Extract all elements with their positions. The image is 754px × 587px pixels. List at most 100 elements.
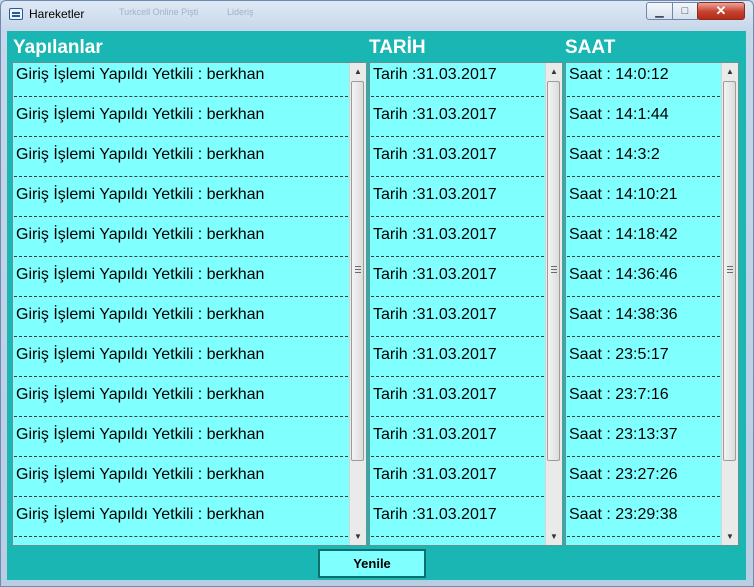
date-list-item[interactable]: Tarih :31.03.2017 bbox=[370, 463, 545, 503]
time-list-item[interactable]: Saat : 14:1:44 bbox=[566, 103, 721, 143]
time-list-item[interactable]: Saat : 23:7:16 bbox=[566, 383, 721, 423]
grip-icon bbox=[355, 266, 361, 273]
time-list-item[interactable]: Saat : 14:36:46 bbox=[566, 263, 721, 303]
item-separator bbox=[371, 216, 544, 217]
grip-icon bbox=[727, 266, 733, 273]
action-list-item[interactable]: Giriş İşlemi Yapıldı Yetkili : berkhan bbox=[13, 143, 349, 183]
item-separator bbox=[14, 176, 348, 177]
refresh-button[interactable]: Yenile bbox=[318, 549, 426, 578]
time-list-item[interactable]: Saat : 14:38:36 bbox=[566, 303, 721, 343]
action-list-item[interactable]: Giriş İşlemi Yapıldı Yetkili : berkhan bbox=[13, 223, 349, 263]
date-list-item[interactable]: Tarih :31.03.2017 bbox=[370, 303, 545, 343]
date-scrollbar[interactable]: ▲ ▼ bbox=[545, 63, 562, 545]
item-separator bbox=[567, 336, 720, 337]
time-item-text: Saat : 14:10:21 bbox=[569, 186, 678, 203]
date-item-text: Tarih :31.03.2017 bbox=[373, 226, 497, 243]
time-scrollbar[interactable]: ▲ ▼ bbox=[721, 63, 738, 545]
date-item-text: Tarih :31.03.2017 bbox=[373, 266, 497, 283]
date-list-item[interactable]: Tarih :31.03.2017 bbox=[370, 343, 545, 383]
date-list-item[interactable]: Tarih :31.03.2017 bbox=[370, 263, 545, 303]
scroll-down-arrow-icon[interactable]: ▼ bbox=[546, 528, 562, 545]
action-item-text: Giriş İşlemi Yapıldı Yetkili : berkhan bbox=[16, 266, 265, 283]
maximize-button[interactable]: □ bbox=[672, 2, 698, 20]
scroll-up-arrow-icon[interactable]: ▲ bbox=[350, 63, 366, 80]
minimize-icon: ▁ bbox=[655, 5, 664, 18]
action-item-text: Giriş İşlemi Yapıldı Yetkili : berkhan bbox=[16, 106, 265, 123]
action-list-item[interactable]: Giriş İşlemi Yapıldı Yetkili : berkhan bbox=[13, 463, 349, 503]
actions-scrollbar[interactable]: ▲ ▼ bbox=[349, 63, 366, 545]
action-list-item[interactable]: Giriş İşlemi Yapıldı Yetkili : berkhan bbox=[13, 343, 349, 383]
date-list-item[interactable]: Tarih :31.03.2017 bbox=[370, 63, 545, 103]
action-list-item[interactable]: Giriş İşlemi Yapıldı Yetkili : berkhan bbox=[13, 63, 349, 103]
time-list-item[interactable]: Saat : 14:0:12 bbox=[566, 63, 721, 103]
time-list-item[interactable]: Saat : 23:13:37 bbox=[566, 423, 721, 463]
action-list-item[interactable]: Giriş İşlemi Yapıldı Yetkili : berkhan bbox=[13, 103, 349, 143]
actions-listbox[interactable]: Giriş İşlemi Yapıldı Yetkili : berkhan Gi… bbox=[12, 62, 367, 546]
action-item-text: Giriş İşlemi Yapıldı Yetkili : berkhan bbox=[16, 466, 265, 483]
item-separator bbox=[371, 376, 544, 377]
item-separator bbox=[14, 536, 348, 537]
date-list-item[interactable]: Tarih :31.03.2017 bbox=[370, 143, 545, 183]
title-bar[interactable]: Hareketler Turkcell Online Pişti Lideriş… bbox=[1, 1, 753, 29]
time-list-item[interactable]: Saat : 14:3:2 bbox=[566, 143, 721, 183]
maximize-icon: □ bbox=[681, 5, 689, 17]
date-list-item[interactable]: Tarih :31.03.2017 bbox=[370, 223, 545, 263]
item-separator bbox=[14, 96, 348, 97]
time-item-text: Saat : 14:0:12 bbox=[569, 66, 669, 83]
item-separator bbox=[567, 296, 720, 297]
action-list-item[interactable]: Giriş İşlemi Yapıldı Yetkili : berkhan bbox=[13, 303, 349, 343]
scroll-down-arrow-icon[interactable]: ▼ bbox=[350, 528, 366, 545]
item-separator bbox=[567, 496, 720, 497]
action-list-item[interactable]: Giriş İşlemi Yapıldı Yetkili : berkhan bbox=[13, 263, 349, 303]
scroll-thumb[interactable] bbox=[723, 81, 736, 461]
action-item-text: Giriş İşlemi Yapıldı Yetkili : berkhan bbox=[16, 506, 265, 523]
date-item-text: Tarih :31.03.2017 bbox=[373, 146, 497, 163]
action-list-item[interactable]: Giriş İşlemi Yapıldı Yetkili : berkhan bbox=[13, 503, 349, 543]
item-separator bbox=[567, 376, 720, 377]
time-list-item[interactable]: Saat : 23:29:38 bbox=[566, 503, 721, 543]
scroll-thumb[interactable] bbox=[351, 81, 364, 461]
date-item-text: Tarih :31.03.2017 bbox=[373, 346, 497, 363]
scroll-down-arrow-icon[interactable]: ▼ bbox=[722, 528, 738, 545]
date-item-text: Tarih :31.03.2017 bbox=[373, 186, 497, 203]
time-list-item[interactable]: Saat : 23:5:17 bbox=[566, 343, 721, 383]
item-separator bbox=[567, 536, 720, 537]
date-list-item[interactable]: Tarih :31.03.2017 bbox=[370, 183, 545, 223]
scroll-up-arrow-icon[interactable]: ▲ bbox=[546, 63, 562, 80]
date-item-text: Tarih :31.03.2017 bbox=[373, 466, 497, 483]
time-listbox[interactable]: Saat : 14:0:12 Saat : 14:1:44 Saat : 14:3:… bbox=[565, 62, 739, 546]
action-list-item[interactable]: Giriş İşlemi Yapıldı Yetkili : berkhan bbox=[13, 183, 349, 223]
item-separator bbox=[371, 296, 544, 297]
time-list-item[interactable]: Saat : 14:10:21 bbox=[566, 183, 721, 223]
time-item-text: Saat : 14:3:2 bbox=[569, 146, 660, 163]
item-separator bbox=[371, 456, 544, 457]
time-item-text: Saat : 23:5:17 bbox=[569, 346, 669, 363]
item-separator bbox=[14, 216, 348, 217]
action-list-item[interactable]: Giriş İşlemi Yapıldı Yetkili : berkhan bbox=[13, 423, 349, 463]
close-button[interactable]: ✕ bbox=[697, 2, 745, 20]
item-separator bbox=[567, 136, 720, 137]
item-separator bbox=[14, 136, 348, 137]
date-item-text: Tarih :31.03.2017 bbox=[373, 106, 497, 123]
item-separator bbox=[567, 176, 720, 177]
scroll-up-arrow-icon[interactable]: ▲ bbox=[722, 63, 738, 80]
window-title: Hareketler bbox=[29, 7, 85, 21]
date-list-item[interactable]: Tarih :31.03.2017 bbox=[370, 103, 545, 143]
item-separator bbox=[371, 536, 544, 537]
item-separator bbox=[371, 496, 544, 497]
time-header: SAAT bbox=[565, 37, 616, 58]
date-list-item[interactable]: Tarih :31.03.2017 bbox=[370, 383, 545, 423]
time-list-item[interactable]: Saat : 14:18:42 bbox=[566, 223, 721, 263]
item-separator bbox=[567, 256, 720, 257]
minimize-button[interactable]: ▁ bbox=[646, 2, 673, 20]
item-separator bbox=[567, 416, 720, 417]
item-separator bbox=[567, 96, 720, 97]
date-item-text: Tarih :31.03.2017 bbox=[373, 66, 497, 83]
time-list-item[interactable]: Saat : 23:27:26 bbox=[566, 463, 721, 503]
action-list-item[interactable]: Giriş İşlemi Yapıldı Yetkili : berkhan bbox=[13, 383, 349, 423]
actions-header: Yapılanlar bbox=[13, 37, 103, 58]
date-listbox[interactable]: Tarih :31.03.2017 Tarih :31.03.2017 Tarih … bbox=[369, 62, 563, 546]
date-list-item[interactable]: Tarih :31.03.2017 bbox=[370, 503, 545, 543]
date-list-item[interactable]: Tarih :31.03.2017 bbox=[370, 423, 545, 463]
scroll-thumb[interactable] bbox=[547, 81, 560, 461]
